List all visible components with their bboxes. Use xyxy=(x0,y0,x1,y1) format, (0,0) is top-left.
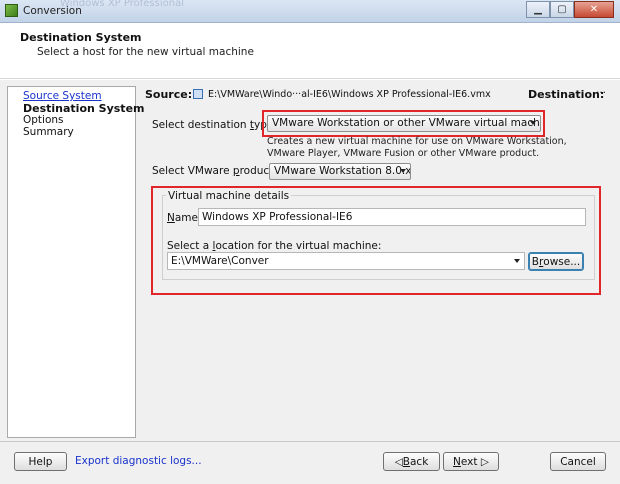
cancel-button[interactable]: Cancel xyxy=(550,452,606,471)
destination-label: Destination: xyxy=(528,88,605,101)
source-path: E:\VMWare\Windo···al-IE6\Windows XP Prof… xyxy=(208,89,491,100)
close-button[interactable]: ✕ xyxy=(574,1,614,18)
browse-button[interactable]: Br owse... xyxy=(528,252,584,271)
destination-type-label: Select destination type: xyxy=(152,119,277,131)
source-label: Source: xyxy=(145,88,193,101)
close-icon: ✕ xyxy=(589,4,599,15)
chevron-down-icon[interactable] xyxy=(514,259,520,263)
location-label: Select a location for the virtual machin… xyxy=(167,240,382,252)
destination-type-dropdown[interactable]: VMware Workstation or other VMware virtu… xyxy=(267,115,541,132)
export-diagnostic-logs-link[interactable]: Export diagnostic logs... xyxy=(75,455,202,467)
vm-details-group-title: Virtual machine details xyxy=(166,190,292,202)
nav-step-summary: Summary xyxy=(23,126,74,138)
footer-divider xyxy=(0,441,620,442)
help-button[interactable]: Help xyxy=(14,452,67,471)
nav-step-options: Options xyxy=(23,114,64,126)
virtual-machine-icon xyxy=(193,89,203,99)
window-title: Conversion xyxy=(23,5,82,17)
page-title: Destination System xyxy=(20,31,142,44)
maximize-icon: ▢ xyxy=(557,4,567,15)
vmware-product-label: Select VMware product: xyxy=(152,165,277,177)
chevron-down-icon xyxy=(530,121,536,125)
nav-step-source-system[interactable]: Source System xyxy=(23,90,102,102)
name-label: Name: xyxy=(167,212,202,224)
app-icon xyxy=(5,4,18,17)
window-controls: ▁ ▢ ✕ xyxy=(526,1,614,18)
vmware-product-dropdown[interactable]: VMware Workstation 8.0.x xyxy=(269,163,411,180)
chevron-down-icon xyxy=(400,169,406,173)
vm-name-input[interactable]: Windows XP Professional-IE6 xyxy=(198,208,586,226)
wizard-steps-panel xyxy=(7,86,136,438)
back-button[interactable]: ◁ Back xyxy=(383,452,440,471)
maximize-button[interactable]: ▢ xyxy=(550,1,574,18)
destination-type-description: Creates a new virtual machine for use on… xyxy=(267,136,567,159)
destination-value: ··· xyxy=(596,87,607,99)
next-button[interactable]: Next ▷ xyxy=(443,452,499,471)
minimize-icon: ▁ xyxy=(534,4,542,15)
minimize-button[interactable]: ▁ xyxy=(526,1,550,18)
page-subtitle: Select a host for the new virtual machin… xyxy=(37,46,254,58)
location-combo[interactable]: E:\VMWare\Conver xyxy=(167,252,525,270)
